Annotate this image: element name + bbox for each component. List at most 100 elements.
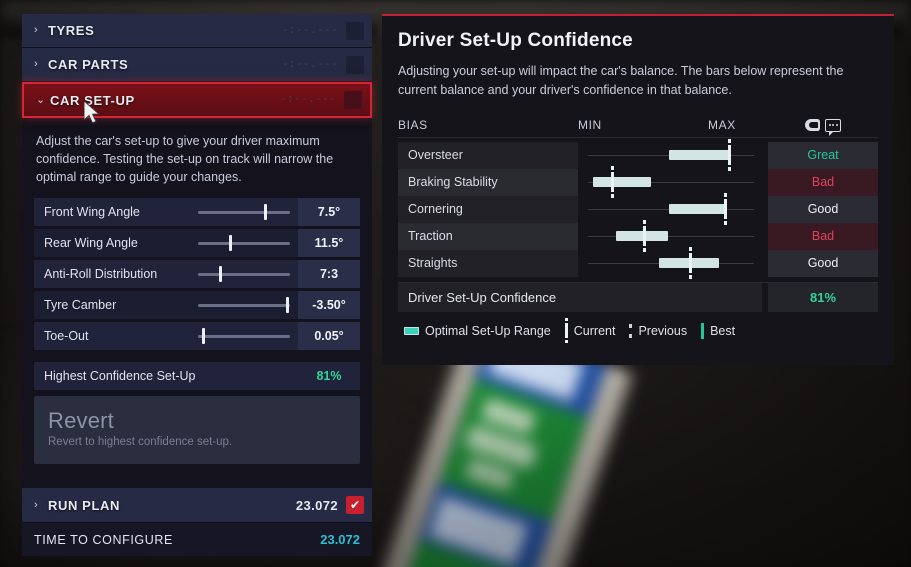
slider-thumb[interactable] [219, 266, 223, 283]
accordion-label-run-plan: RUN PLAN [48, 497, 120, 513]
current-marker [611, 166, 615, 198]
slider-value: 11.5° [298, 229, 360, 258]
status-badge: Good [768, 249, 878, 277]
slider-track-line [198, 241, 290, 245]
current-marker [727, 139, 731, 171]
accordion-time-car-setup: -:--.--- [279, 94, 336, 106]
optimal-range-band [669, 150, 730, 160]
optimal-range-band [592, 177, 652, 187]
table-row: Straights Good [398, 247, 878, 279]
slider-row-rear-wing-angle[interactable]: Rear Wing Angle 11.5° [34, 229, 360, 258]
revert-subtitle: Revert to highest confidence set-up. [48, 436, 233, 449]
legend-label: Previous [638, 323, 688, 338]
slider-track-tyre-camber[interactable] [190, 291, 298, 319]
slider-value: 7:3 [298, 260, 360, 289]
status-badge: Good [768, 195, 878, 223]
legend-item-best: Best [701, 322, 735, 339]
confidence-bar [588, 139, 754, 171]
slider-thumb[interactable] [286, 297, 290, 314]
legend-item-previous: Previous [629, 323, 688, 338]
accordion-label-tyres: TYRES [48, 23, 95, 38]
slider-track-anti-roll-distribution[interactable] [190, 260, 298, 288]
accordion-time-tyres: -:--.--- [281, 24, 338, 37]
slider-value: -3.50° [298, 291, 360, 320]
setup-sidebar: › TYRES -:--.--- › CAR PARTS -:--.--- ⌄ … [22, 14, 372, 556]
bias-name: Cornering [398, 195, 578, 223]
slider-label: Tyre Camber [44, 298, 117, 313]
accordion-label-car-setup: CAR SET-UP [50, 92, 135, 108]
chevron-right-icon: › [34, 24, 38, 36]
highest-confidence-value: 81% [316, 369, 342, 384]
accordion-section-car-setup[interactable]: ⌄ CAR SET-UP -:--.--- [22, 82, 372, 118]
current-marker [689, 247, 693, 279]
slider-value: 7.5° [298, 198, 360, 227]
slider-track-toe-out[interactable] [190, 322, 298, 350]
time-to-configure-label: TIME TO CONFIGURE [34, 532, 173, 547]
summary-label: Driver Set-Up Confidence [398, 282, 762, 312]
accordion-section-car-parts[interactable]: › CAR PARTS -:--.--- [22, 48, 372, 82]
slider-track-line [198, 334, 290, 338]
time-to-configure-value: 23.072 [320, 532, 360, 547]
setup-slider-list: Front Wing Angle 7.5° Rear Wing Angle 11… [34, 198, 360, 351]
bias-table-header: BIAS MIN MAX [398, 114, 878, 138]
slider-thumb[interactable] [229, 235, 233, 252]
accordion-time-car-parts: -:--.--- [281, 58, 338, 71]
helmet-icon [805, 119, 820, 131]
speech-bubble-icon [825, 118, 841, 136]
car-setup-body: Adjust the car's set-up to give your dri… [22, 118, 372, 488]
chevron-down-icon: ⌄ [36, 93, 46, 106]
driver-confidence-panel: Driver Set-Up Confidence Adjusting your … [382, 14, 894, 365]
run-plan-checkbox[interactable]: ✔ [346, 496, 364, 514]
slider-label: Rear Wing Angle [44, 236, 138, 251]
bias-name: Oversteer [398, 141, 578, 169]
accordion-section-tyres[interactable]: › TYRES -:--.--- [22, 14, 372, 48]
confidence-bar [588, 247, 754, 279]
accordion-section-run-plan[interactable]: › RUN PLAN 23.072 ✔ [22, 488, 372, 522]
legend-label: Current [573, 323, 616, 338]
bias-name: Straights [398, 249, 578, 277]
column-header-max: MAX [708, 118, 736, 132]
confidence-bar [588, 166, 754, 198]
status-badge: Great [768, 141, 878, 169]
optimal-range-band [616, 231, 668, 241]
previous-marker-icon [629, 323, 633, 338]
slider-row-toe-out[interactable]: Toe-Out 0.05° [34, 322, 360, 351]
confidence-bar [588, 220, 754, 252]
slider-track-front-wing-angle[interactable] [190, 198, 298, 226]
legend-item-current: Current [564, 318, 616, 343]
chevron-right-icon: › [34, 58, 38, 70]
slider-thumb[interactable] [201, 328, 205, 345]
slider-label: Front Wing Angle [44, 205, 140, 220]
slider-row-tyre-camber[interactable]: Tyre Camber -3.50° [34, 291, 360, 320]
optimal-range-swatch-icon [404, 326, 419, 335]
slider-row-front-wing-angle[interactable]: Front Wing Angle 7.5° [34, 198, 360, 227]
slider-track-rear-wing-angle[interactable] [190, 229, 298, 257]
current-marker [642, 220, 646, 252]
slider-track-line [198, 272, 290, 276]
driver-confidence-summary-row: Driver Set-Up Confidence 81% [398, 281, 878, 312]
current-marker-icon [564, 318, 568, 343]
table-row: Cornering Good [398, 193, 878, 225]
revert-button[interactable]: Revert Revert to highest confidence set-… [34, 396, 360, 465]
table-row: Braking Stability Bad [398, 166, 878, 198]
column-header-min: MIN [578, 118, 602, 132]
slider-label: Anti-Roll Distribution [44, 267, 158, 282]
highest-confidence-row: Highest Confidence Set-Up 81% [34, 362, 360, 391]
table-row: Traction Bad [398, 220, 878, 252]
slider-row-anti-roll-distribution[interactable]: Anti-Roll Distribution 7:3 [34, 260, 360, 289]
bar-baseline [588, 236, 754, 237]
status-badge: Bad [768, 222, 878, 250]
highest-confidence-label: Highest Confidence Set-Up [44, 369, 196, 384]
slider-thumb[interactable] [264, 204, 268, 221]
panel-title: Driver Set-Up Confidence [398, 30, 633, 51]
bias-name: Braking Stability [398, 168, 578, 196]
accordion-label-car-parts: CAR PARTS [48, 57, 129, 72]
accordion-checkbox-car-parts[interactable] [346, 55, 364, 74]
chevron-right-icon: › [34, 498, 38, 511]
slider-track-line [198, 210, 290, 214]
table-row: Oversteer Great [398, 139, 878, 171]
accordion-checkbox-car-setup[interactable] [344, 91, 362, 109]
accordion-checkbox-tyres[interactable] [346, 21, 364, 40]
revert-title: Revert [48, 408, 114, 434]
slider-label: Toe-Out [44, 329, 89, 344]
